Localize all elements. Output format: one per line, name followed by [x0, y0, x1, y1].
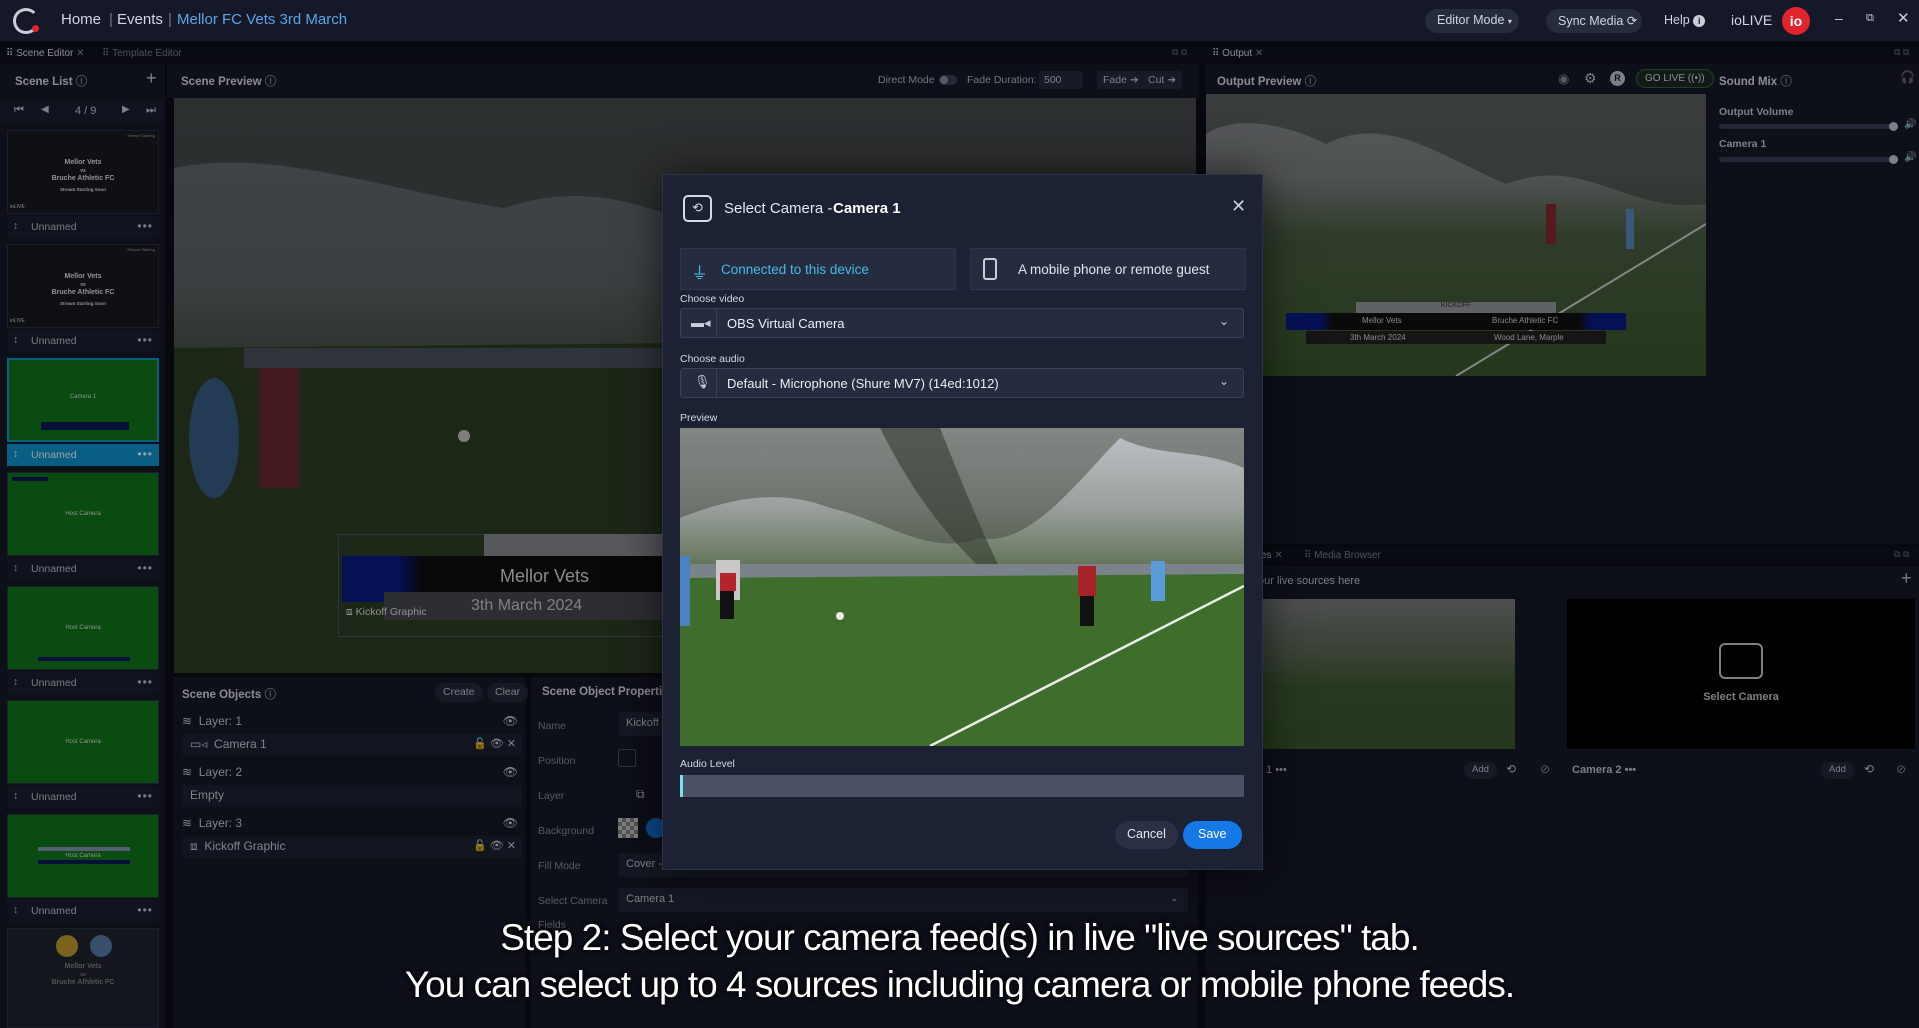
microphone-icon: 🎙 — [681, 369, 717, 397]
maximize-icon[interactable]: ⧉ — [1866, 12, 1874, 25]
avatar[interactable]: io — [1782, 7, 1810, 35]
option-mobile-label: A mobile phone or remote guest — [1018, 262, 1210, 277]
sync-icon: ⟳ — [1626, 14, 1638, 28]
help-button[interactable]: Help i — [1664, 13, 1706, 27]
audio-level-label: Audio Level — [680, 758, 735, 770]
dialog-title-prefix: Select Camera - — [724, 200, 833, 217]
choose-video-label: Choose video — [680, 293, 745, 305]
preview-label: Preview — [680, 412, 718, 424]
close-icon[interactable]: ✕ — [1231, 196, 1246, 217]
video-source-select[interactable]: ▬◂ OBS Virtual Camera ⌄ — [680, 308, 1244, 338]
sync-media-button[interactable]: Sync Media ⟳ — [1546, 9, 1642, 33]
cancel-button[interactable]: Cancel — [1115, 821, 1178, 849]
breadcrumb-event-title[interactable]: Mellor FC Vets 3rd March — [177, 11, 347, 28]
option-connected-device[interactable]: ⏚ Connected to this device — [680, 248, 956, 290]
camera-switch-icon: ⟲ — [683, 195, 712, 222]
brand-label: ioLIVE — [1731, 12, 1773, 28]
caption-line-1: Step 2: Select your camera feed(s) in li… — [500, 917, 1419, 958]
audio-level-meter — [680, 775, 1244, 797]
option-connected-label: Connected to this device — [721, 262, 869, 277]
logo-dot — [32, 25, 39, 32]
editor-mode-button[interactable]: Editor Mode ▾ — [1425, 9, 1519, 33]
close-window-icon[interactable]: ✕ — [1897, 9, 1910, 27]
breadcrumb-events[interactable]: Events — [117, 11, 163, 28]
chevron-down-icon: ⌄ — [1218, 374, 1229, 388]
info-icon: i — [1693, 15, 1706, 27]
chevron-down-icon: ⌄ — [1218, 314, 1229, 328]
caption-line-2: You can select up to 4 sources including… — [404, 964, 1515, 1005]
audio-select-value: Default - Microphone (Shure MV7) (14ed:1… — [727, 376, 999, 391]
select-camera-dialog: ⟲ Select Camera - Camera 1 ✕ ⏚ Connected… — [662, 174, 1263, 870]
mobile-phone-icon — [983, 258, 997, 280]
dialog-title-camera: Camera 1 — [833, 200, 901, 217]
audio-level-fill — [680, 775, 683, 797]
video-select-value: OBS Virtual Camera — [727, 316, 845, 331]
breadcrumb-separator: | — [168, 11, 172, 28]
option-mobile-guest[interactable]: A mobile phone or remote guest — [970, 248, 1246, 290]
top-bar: Home | Events | Mellor FC Vets 3rd March… — [0, 0, 1919, 42]
plug-icon: ⏚ — [691, 264, 708, 283]
save-button[interactable]: Save — [1183, 821, 1242, 849]
camera-preview-video — [680, 428, 1244, 746]
choose-audio-label: Choose audio — [680, 353, 745, 365]
audio-source-select[interactable]: 🎙 Default - Microphone (Shure MV7) (14ed… — [680, 368, 1244, 398]
video-camera-icon: ▬◂ — [681, 309, 717, 337]
preview-football-image — [680, 428, 1244, 746]
breadcrumb-home[interactable]: Home — [61, 11, 101, 28]
minimize-icon[interactable]: – — [1835, 10, 1843, 26]
breadcrumb-separator: | — [109, 11, 113, 28]
